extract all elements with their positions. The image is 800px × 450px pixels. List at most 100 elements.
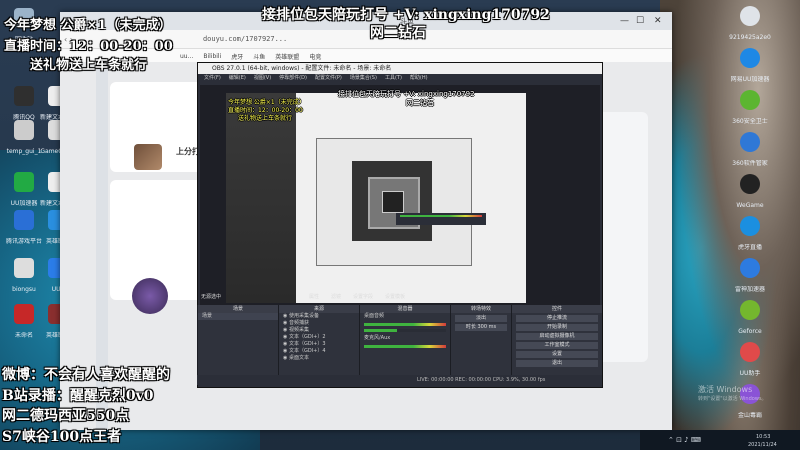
desktop-shortcut[interactable]: 网易UU加速器: [728, 46, 772, 83]
overlay-rift: S7峡谷100点王者: [2, 429, 122, 445]
shield-360-icon: [730, 90, 770, 116]
overlay-gift: 送礼物送上车条就行: [30, 58, 148, 73]
obs-menu-item[interactable]: 文件(F): [204, 74, 221, 83]
obs-menu-item[interactable]: 停靠部件(D): [279, 74, 307, 83]
obs-menu-item[interactable]: 场景集合(S): [350, 74, 377, 83]
desktop-shortcut-label: 9219425a2e0: [729, 34, 771, 41]
control-button[interactable]: 设置: [516, 351, 598, 358]
source-item[interactable]: ◉ 桌面文本: [279, 355, 359, 362]
tray-icons[interactable]: ⌃ ⊡ ♪ ⌨: [668, 436, 701, 444]
obs-menu-item[interactable]: 编辑(E): [229, 74, 246, 83]
desktop-shortcut[interactable]: 9219425a2e0: [728, 4, 772, 41]
obs-menu-item[interactable]: 工具(T): [385, 74, 402, 83]
scenes-dock: 场景 场景: [197, 305, 278, 375]
desktop-shortcut-label: 雷神加速器: [734, 286, 765, 293]
wegame-icon: [730, 174, 770, 200]
nested-obs-4: [382, 191, 404, 213]
thunder-icon: [730, 258, 770, 284]
desktop-shortcut-label: 虎牙直播: [737, 244, 762, 251]
mixer-dock: 混音器 桌面音频 麦克风/Aux: [359, 305, 450, 375]
nested-mixer: [396, 213, 486, 225]
desktop-shortcut-label: 360安全卫士: [732, 118, 768, 125]
properties-button[interactable]: 属性: [309, 293, 319, 300]
controls-dock: 控件 停止推流开始录制启动虚拟摄像机 工作室模式设置退出: [511, 305, 602, 375]
preview-overlay-center-2: 网二钻石: [406, 99, 434, 107]
bookmark-item[interactable]: 斗鱼: [253, 52, 265, 61]
overlay-schedule: 直播时间：12：00-20：00: [4, 39, 173, 54]
audio-slider-1[interactable]: [364, 329, 446, 332]
control-button[interactable]: 启动虚拟摄像机: [516, 333, 598, 340]
url-text[interactable]: douyu.com/1707927...: [203, 35, 287, 43]
huya-icon: [730, 216, 770, 242]
control-button[interactable]: 开始录制: [516, 324, 598, 331]
source-item[interactable]: ◉ 文本（GDI+）2: [279, 334, 359, 341]
no-source-label: 无源选中: [201, 294, 222, 300]
properties-button[interactable]: 设置字段: [353, 293, 373, 300]
source-item[interactable]: ◉ 使用采集设备: [279, 313, 359, 320]
software-icon: [730, 132, 770, 158]
transition-dock-title: 转场特效: [451, 305, 511, 313]
maximize-icon[interactable]: ☐: [636, 16, 644, 26]
power-icon: [730, 48, 770, 74]
nested-obs: [316, 138, 472, 266]
overlay-demacia: 网二德玛西亚550点: [2, 408, 130, 424]
source-item[interactable]: ◉ 文本（GDI+）3: [279, 341, 359, 348]
desktop-shortcut[interactable]: Geforce: [728, 298, 772, 335]
desktop-shortcut-label: UU助手: [739, 370, 761, 377]
obs-status-bar: LIVE: 00:00:00 REC: 00:00:00 CPU: 3.9%, …: [197, 376, 601, 385]
avatar: [134, 144, 162, 170]
desktop-shortcut-label: 360软件管家: [732, 160, 768, 167]
control-button[interactable]: 工作室模式: [516, 342, 598, 349]
overlay-weibo: 微博：不会有人喜欢醒醒的: [2, 367, 170, 383]
sources-dock: 来源 ◉ 使用采集设备 ◉ 音频捕获 ◉ 视频采集 ◉ 文本（GDI+）2 ◉ 文本（G…: [278, 305, 359, 375]
control-button[interactable]: 退出: [516, 360, 598, 367]
source-item[interactable]: ◉ 音频捕获: [279, 320, 359, 327]
bookmark-item[interactable]: uu...: [180, 53, 193, 60]
transition-duration[interactable]: 时长 300 ms: [455, 324, 507, 331]
minimize-icon[interactable]: —: [620, 16, 629, 26]
control-button[interactable]: 停止推流: [516, 315, 598, 322]
bookmark-item[interactable]: 虎牙: [231, 52, 243, 61]
bookmark-item[interactable]: 英雄联盟: [275, 52, 299, 61]
nested-obs-2: [352, 161, 432, 241]
preview-capture: [226, 93, 526, 303]
clock-date[interactable]: 2021/11/24: [748, 442, 777, 448]
desktop-shortcut[interactable]: 虎牙直播: [728, 214, 772, 251]
obs-menu-item[interactable]: 视图(V): [254, 74, 271, 83]
overlay-rank: 网二钻石: [370, 25, 426, 41]
obs-menu-item[interactable]: 配置文件(P): [315, 74, 342, 83]
bookmark-item[interactable]: 电竞: [309, 52, 321, 61]
transition-select[interactable]: 淡出: [455, 315, 507, 322]
overlay-dream: 今年梦想 公爵×1（未完成）: [4, 18, 172, 33]
windows-activation-watermark: 激活 Windows: [698, 385, 753, 394]
bookmark-item[interactable]: Bilibili: [203, 53, 221, 60]
nested-meter: [400, 215, 482, 217]
controls-dock-title: 控件: [512, 305, 602, 313]
desktop-shortcut[interactable]: 雷神加速器: [728, 256, 772, 293]
geforce-icon: [730, 300, 770, 326]
close-icon[interactable]: ✕: [654, 16, 662, 26]
scene-item[interactable]: 场景: [198, 313, 278, 320]
obs-menu-item[interactable]: 帮助(H): [410, 74, 428, 83]
overlay-promo: 接排位包天陪玩打号 +V: xingxing170792: [262, 7, 550, 23]
properties-button[interactable]: 滤镜: [331, 293, 341, 300]
source-item[interactable]: ◉ 视频采集: [279, 327, 359, 334]
mixer-channel-1: 桌面音频: [364, 313, 385, 319]
desktop-shortcut[interactable]: 360安全卫士: [728, 88, 772, 125]
desktop-shortcut-label: WeGame: [736, 202, 764, 209]
desktop-shortcut-label: Geforce: [738, 328, 762, 335]
desktop-shortcut[interactable]: WeGame: [728, 172, 772, 209]
desktop-shortcut[interactable]: UU助手: [728, 340, 772, 377]
sources-dock-title: 来源: [279, 305, 359, 313]
overlay-bilibili: B站录播：醒醒克烈0v0: [2, 388, 154, 404]
doc-icon: [730, 6, 770, 32]
desktop-shortcut[interactable]: 360软件管家: [728, 130, 772, 167]
obs-menu-bar: 文件(F) 编辑(E) 视图(V) 停靠部件(D) 配置文件(P) 场景集合(S) 工具(T…: [198, 74, 602, 83]
preview-overlay-3: 送礼物送上车条就行: [238, 115, 293, 122]
obs-docks-area: 无源选中 属性 滤镜 设置字段 设置模板 场景 场景 来源 ◉ 使用采集设备 ◉ 音频捕…: [197, 294, 602, 385]
clock-time[interactable]: 10:53: [756, 434, 770, 440]
streamer-avatar: [132, 278, 168, 314]
properties-button[interactable]: 设置模板: [385, 293, 405, 300]
source-item[interactable]: ◉ 文本（GDI+）4: [279, 348, 359, 355]
uu-helper-icon: [730, 342, 770, 368]
